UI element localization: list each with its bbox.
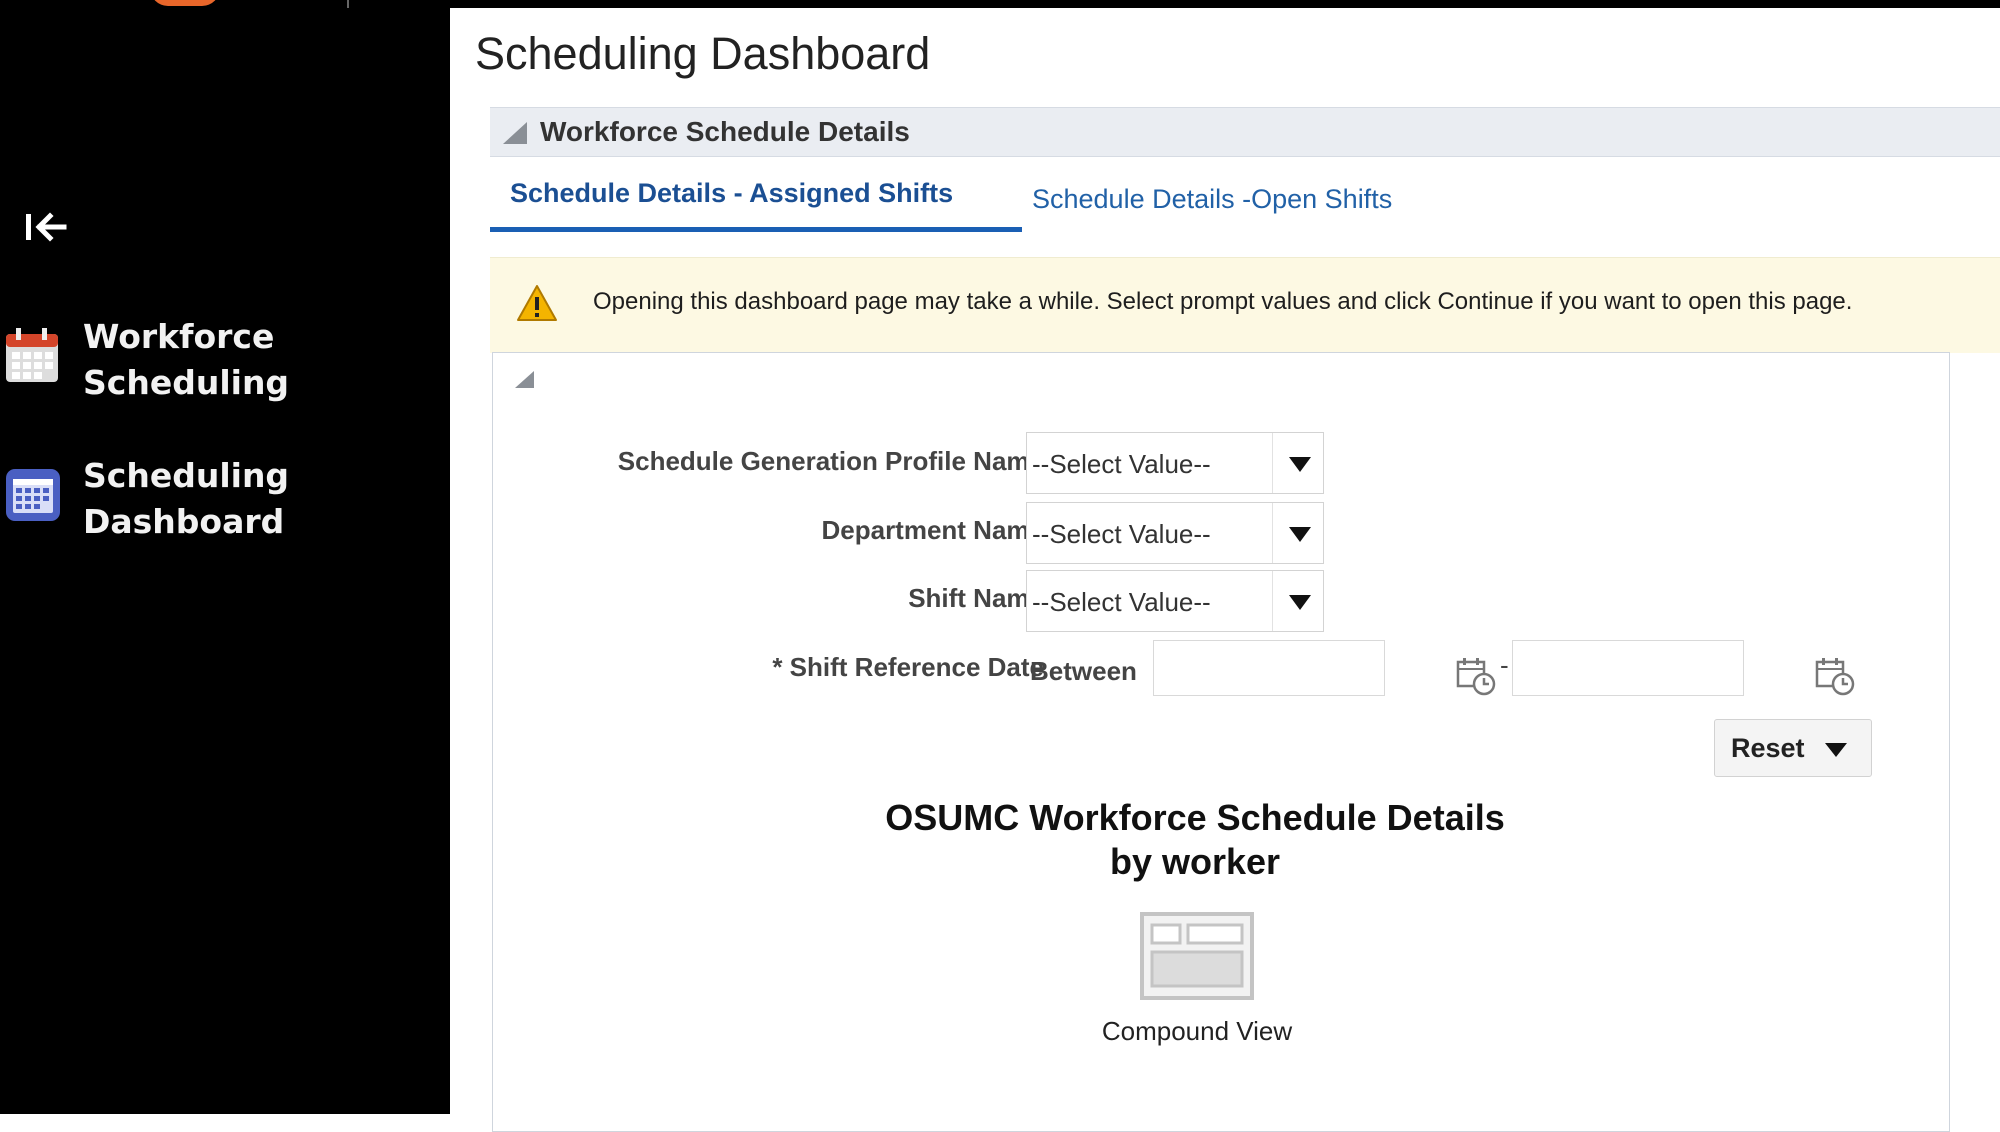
sidebar-item-label: Workforce Scheduling bbox=[83, 314, 423, 406]
chevron-down-icon[interactable] bbox=[1289, 527, 1311, 542]
app-logo[interactable] bbox=[150, 0, 220, 6]
select-divider bbox=[1272, 433, 1273, 493]
department-name-select[interactable]: --Select Value-- bbox=[1026, 502, 1324, 564]
select-value: --Select Value-- bbox=[1032, 519, 1211, 549]
reset-button[interactable]: Reset bbox=[1714, 719, 1872, 777]
calendar-icon bbox=[6, 328, 58, 382]
collapse-sidebar-button[interactable] bbox=[20, 204, 72, 256]
date-picker-icon[interactable] bbox=[1815, 656, 1857, 696]
collapse-triangle-icon[interactable] bbox=[503, 122, 529, 144]
date-picker-icon[interactable] bbox=[1456, 656, 1498, 696]
report-title-line: by worker bbox=[1109, 841, 1281, 882]
report-title-line: OSUMC Workforce Schedule Details bbox=[885, 797, 1505, 838]
field-label-shift-name: Shift Name bbox=[908, 583, 1044, 613]
chevron-down-icon bbox=[1825, 743, 1847, 757]
warning-icon bbox=[517, 285, 557, 321]
sidebar-item-label: Scheduling Dashboard bbox=[83, 453, 423, 545]
end-date-input[interactable] bbox=[1512, 640, 1744, 696]
chevron-down-icon[interactable] bbox=[1289, 457, 1311, 472]
logo-divider bbox=[347, 0, 349, 8]
date-operator-label: Between bbox=[1030, 656, 1137, 686]
warning-message: Opening this dashboard page may take a w… bbox=[593, 288, 1853, 315]
section-title: Workforce Schedule Details bbox=[540, 116, 910, 147]
shift-name-select[interactable]: --Select Value-- bbox=[1026, 570, 1324, 632]
select-divider bbox=[1272, 571, 1273, 631]
section-header[interactable]: Workforce Schedule Details bbox=[490, 107, 2000, 157]
sidebar-label-line: Scheduling bbox=[83, 456, 290, 495]
sidebar: Workforce Scheduling Scheduling Dashboar… bbox=[0, 0, 450, 1114]
collapse-left-icon bbox=[26, 212, 67, 242]
sidebar-item-workforce-scheduling[interactable]: Workforce Scheduling bbox=[0, 314, 440, 410]
field-label-department-name: Department Name bbox=[821, 515, 1044, 545]
warning-banner: Opening this dashboard page may take a w… bbox=[490, 257, 2000, 353]
select-value: --Select Value-- bbox=[1032, 449, 1211, 479]
field-label-profile-name: Schedule Generation Profile Name bbox=[617, 446, 1044, 476]
tab-assigned-shifts[interactable]: Schedule Details - Assigned Shifts bbox=[490, 172, 1022, 232]
field-label-shift-reference-date: * Shift Reference Date bbox=[772, 652, 1044, 682]
compound-view-label: Compound View bbox=[1101, 1016, 1293, 1046]
select-value: --Select Value-- bbox=[1032, 587, 1211, 617]
collapse-triangle-icon[interactable] bbox=[515, 371, 535, 389]
calendar-grid-icon bbox=[6, 469, 60, 521]
sidebar-label-line: Workforce bbox=[83, 317, 275, 356]
profile-name-select[interactable]: --Select Value-- bbox=[1026, 432, 1324, 494]
select-divider bbox=[1272, 503, 1273, 563]
page-title: Scheduling Dashboard bbox=[475, 28, 931, 79]
start-date-input[interactable] bbox=[1153, 640, 1385, 696]
reset-button-label: Reset bbox=[1731, 733, 1805, 763]
compound-view-icon[interactable] bbox=[1140, 912, 1254, 1000]
date-range-separator: - bbox=[1500, 650, 1509, 680]
report-title: OSUMC Workforce Schedule Details by work… bbox=[790, 796, 1600, 884]
sidebar-item-scheduling-dashboard[interactable]: Scheduling Dashboard bbox=[0, 453, 440, 549]
tab-open-shifts[interactable]: Schedule Details -Open Shifts bbox=[1032, 172, 1392, 244]
sidebar-label-line: Scheduling bbox=[83, 363, 290, 402]
sidebar-label-line: Dashboard bbox=[83, 502, 285, 541]
top-bar bbox=[450, 0, 2000, 8]
chevron-down-icon[interactable] bbox=[1289, 595, 1311, 610]
